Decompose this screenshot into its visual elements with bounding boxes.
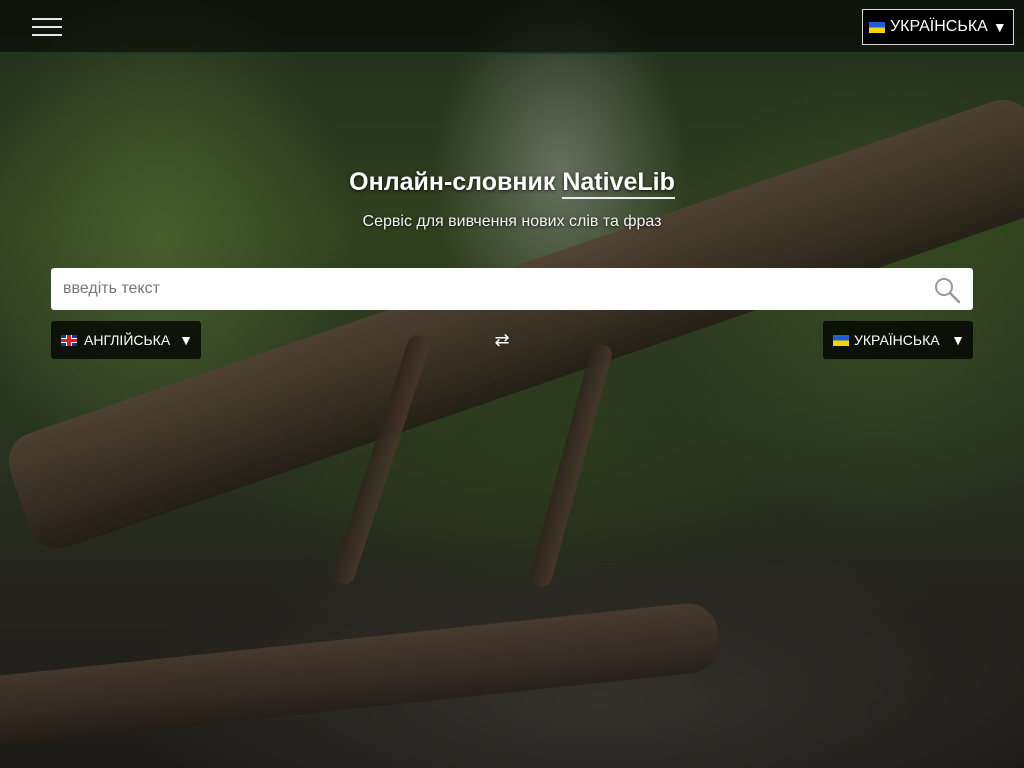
brand-link[interactable]: NativeLib — [562, 168, 675, 199]
search-icon[interactable] — [933, 276, 961, 304]
page-subtitle: Сервіс для вивчення нових слів та фраз — [362, 213, 662, 230]
target-language-label: УКРАЇНСЬКА — [854, 332, 940, 348]
interface-language-select[interactable]: УКРАЇНСЬКА ▼ — [862, 9, 1014, 45]
page-title: Онлайн-словник NativeLib — [0, 168, 1024, 199]
chevron-down-icon: ▼ — [992, 19, 1007, 35]
gb-flag-icon — [61, 334, 77, 346]
search-box — [51, 268, 973, 310]
source-language-label: АНГЛІЙСЬКА — [84, 332, 171, 348]
top-bar: УКРАЇНСЬКА ▼ — [0, 0, 1024, 54]
hamburger-icon[interactable] — [32, 18, 62, 36]
interface-language-label: УКРАЇНСЬКА — [890, 18, 988, 35]
source-language-select[interactable]: АНГЛІЙСЬКА ▼ — [51, 321, 201, 359]
chevron-down-icon: ▼ — [179, 332, 193, 348]
title-prefix: Онлайн-словник — [349, 168, 556, 196]
target-language-select[interactable]: УКРАЇНСЬКА ▼ — [823, 321, 973, 359]
ua-flag-icon — [833, 334, 849, 346]
ua-flag-icon — [869, 21, 885, 33]
swap-languages-icon[interactable]: ⇄ — [490, 328, 514, 352]
chevron-down-icon: ▼ — [951, 332, 965, 348]
search-input[interactable] — [51, 268, 911, 310]
background-overlay — [0, 0, 1024, 768]
